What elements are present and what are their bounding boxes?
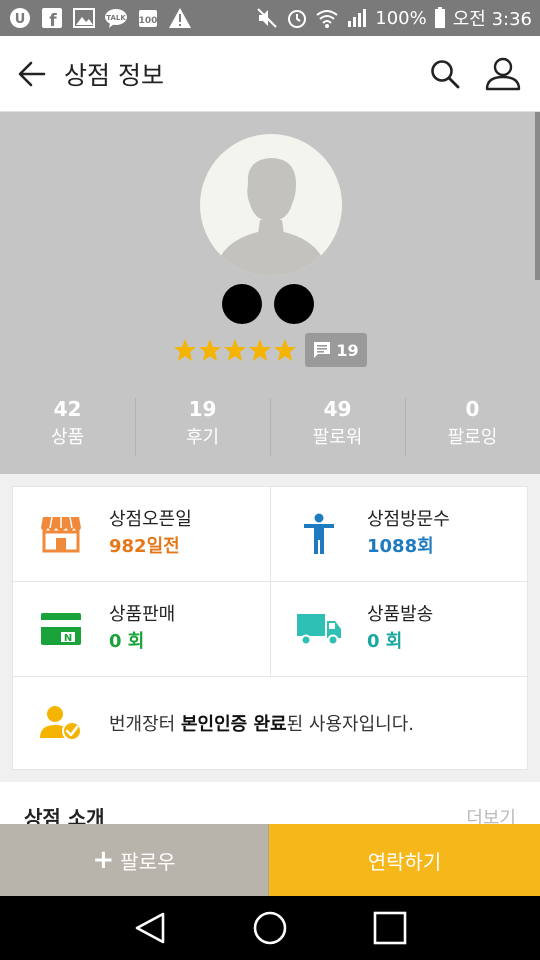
stat-value: 19 xyxy=(188,397,217,421)
verification-text: 번개장터 본인인증 완료된 사용자입니다. xyxy=(109,714,414,735)
clock: 오전 3:36 xyxy=(452,9,532,30)
stat-label: 후기 xyxy=(185,427,220,448)
store-icon xyxy=(41,516,81,553)
info-value: 0 회 xyxy=(367,631,403,652)
svg-text:TALK: TALK xyxy=(106,14,126,22)
verification-row: 번개장터 본인인증 완료된 사용자입니다. xyxy=(13,677,527,769)
shop-stats: 42 상품 19 후기 49 팔로워 0 팔로잉 xyxy=(0,396,540,456)
follow-label: 팔로우 xyxy=(120,849,176,874)
info-title: 상품발송 xyxy=(367,604,434,625)
info-title: 상품판매 xyxy=(109,604,176,625)
nav-back-button[interactable] xyxy=(120,898,180,958)
star-icon xyxy=(224,339,247,361)
plus-icon: + xyxy=(92,845,115,875)
status-bar: U f TALK 100 100% 오전 3:36 xyxy=(0,0,540,36)
svg-text:N: N xyxy=(64,633,72,644)
stat-label: 상품 xyxy=(50,427,85,448)
info-sales: N 상품판매 0 회 xyxy=(13,582,270,676)
redacted-name-mark xyxy=(222,284,262,324)
comment-icon xyxy=(314,342,331,358)
stat-value: 42 xyxy=(53,397,82,421)
stat-followers[interactable]: 49 팔로워 xyxy=(270,396,405,456)
info-value: 982일전 xyxy=(109,536,180,557)
count-icon: 100 xyxy=(136,7,160,29)
warning-icon xyxy=(168,7,192,29)
shop-profile-header: 님 19 42 상품 19 후기 49 팔로워 0 팔로잉 xyxy=(0,112,540,474)
navigation-bar xyxy=(0,896,540,960)
follow-button[interactable]: + 팔로우 xyxy=(0,824,269,896)
page-title: 상점 정보 xyxy=(64,60,164,90)
bottom-action-bar: + 팔로우 연락하기 xyxy=(0,824,540,896)
battery-percent: 100% xyxy=(375,7,427,29)
contact-label: 연락하기 xyxy=(367,849,442,874)
wifi-icon xyxy=(315,7,339,29)
verified-user-icon xyxy=(40,706,82,741)
info-value: 0 회 xyxy=(109,631,145,652)
info-open-day: 상점오픈일 982일전 xyxy=(13,487,270,581)
stat-products[interactable]: 42 상품 xyxy=(0,396,135,456)
circle-home-icon xyxy=(253,911,287,945)
stat-label: 팔로워 xyxy=(312,427,363,448)
shop-info-card: 상점오픈일 982일전 상점방문수 1088회 N 상품판매 0 회 상품발송 … xyxy=(12,486,528,770)
payment-card-icon: N xyxy=(41,613,81,645)
nav-home-button[interactable] xyxy=(240,898,300,958)
stat-value: 0 xyxy=(465,397,480,421)
star-icon xyxy=(174,339,197,361)
review-count-badge[interactable]: 19 xyxy=(305,333,367,367)
person-icon xyxy=(304,513,334,554)
info-value: 1088회 xyxy=(367,536,434,557)
search-icon xyxy=(431,59,460,88)
triangle-back-icon xyxy=(135,912,165,944)
battery-icon xyxy=(433,7,447,29)
lg-icon: U xyxy=(8,7,32,29)
stat-reviews[interactable]: 19 후기 xyxy=(135,396,270,456)
stat-following[interactable]: 0 팔로잉 xyxy=(405,396,540,456)
avatar[interactable] xyxy=(200,134,342,276)
search-button[interactable] xyxy=(416,36,474,112)
square-recents-icon xyxy=(373,911,407,945)
stat-value: 49 xyxy=(323,397,352,421)
talk-icon: TALK xyxy=(104,7,128,29)
user-icon xyxy=(485,57,521,90)
facebook-icon: f xyxy=(40,7,64,29)
nav-recents-button[interactable] xyxy=(360,898,420,958)
arrow-left-icon xyxy=(18,61,46,86)
svg-text:f: f xyxy=(49,11,57,29)
mute-icon xyxy=(255,7,279,29)
stat-label: 팔로잉 xyxy=(447,427,498,448)
shop-name: 님 xyxy=(0,284,540,324)
star-icon xyxy=(249,339,272,361)
gallery-icon xyxy=(72,7,96,29)
default-user-silhouette-icon xyxy=(214,158,328,276)
delivery-truck-icon xyxy=(297,614,341,646)
rating-stars xyxy=(173,338,297,362)
info-title: 상점오픈일 xyxy=(109,509,192,530)
my-account-button[interactable] xyxy=(474,36,532,112)
info-title: 상점방문수 xyxy=(367,509,450,530)
app-bar: 상점 정보 xyxy=(0,36,540,112)
svg-text:100: 100 xyxy=(139,16,158,26)
svg-text:U: U xyxy=(15,12,26,27)
rating-row: 19 xyxy=(0,332,540,368)
signal-icon xyxy=(345,7,369,29)
redacted-name-mark xyxy=(274,284,314,324)
alarm-icon xyxy=(285,7,309,29)
info-visitors: 상점방문수 1088회 xyxy=(270,487,527,581)
info-shipping: 상품발송 0 회 xyxy=(270,582,527,676)
review-count: 19 xyxy=(336,340,359,360)
star-icon xyxy=(274,339,297,361)
scrollbar[interactable] xyxy=(535,112,540,280)
contact-button[interactable]: 연락하기 xyxy=(269,824,540,896)
back-button[interactable] xyxy=(0,36,64,112)
star-icon xyxy=(199,339,222,361)
